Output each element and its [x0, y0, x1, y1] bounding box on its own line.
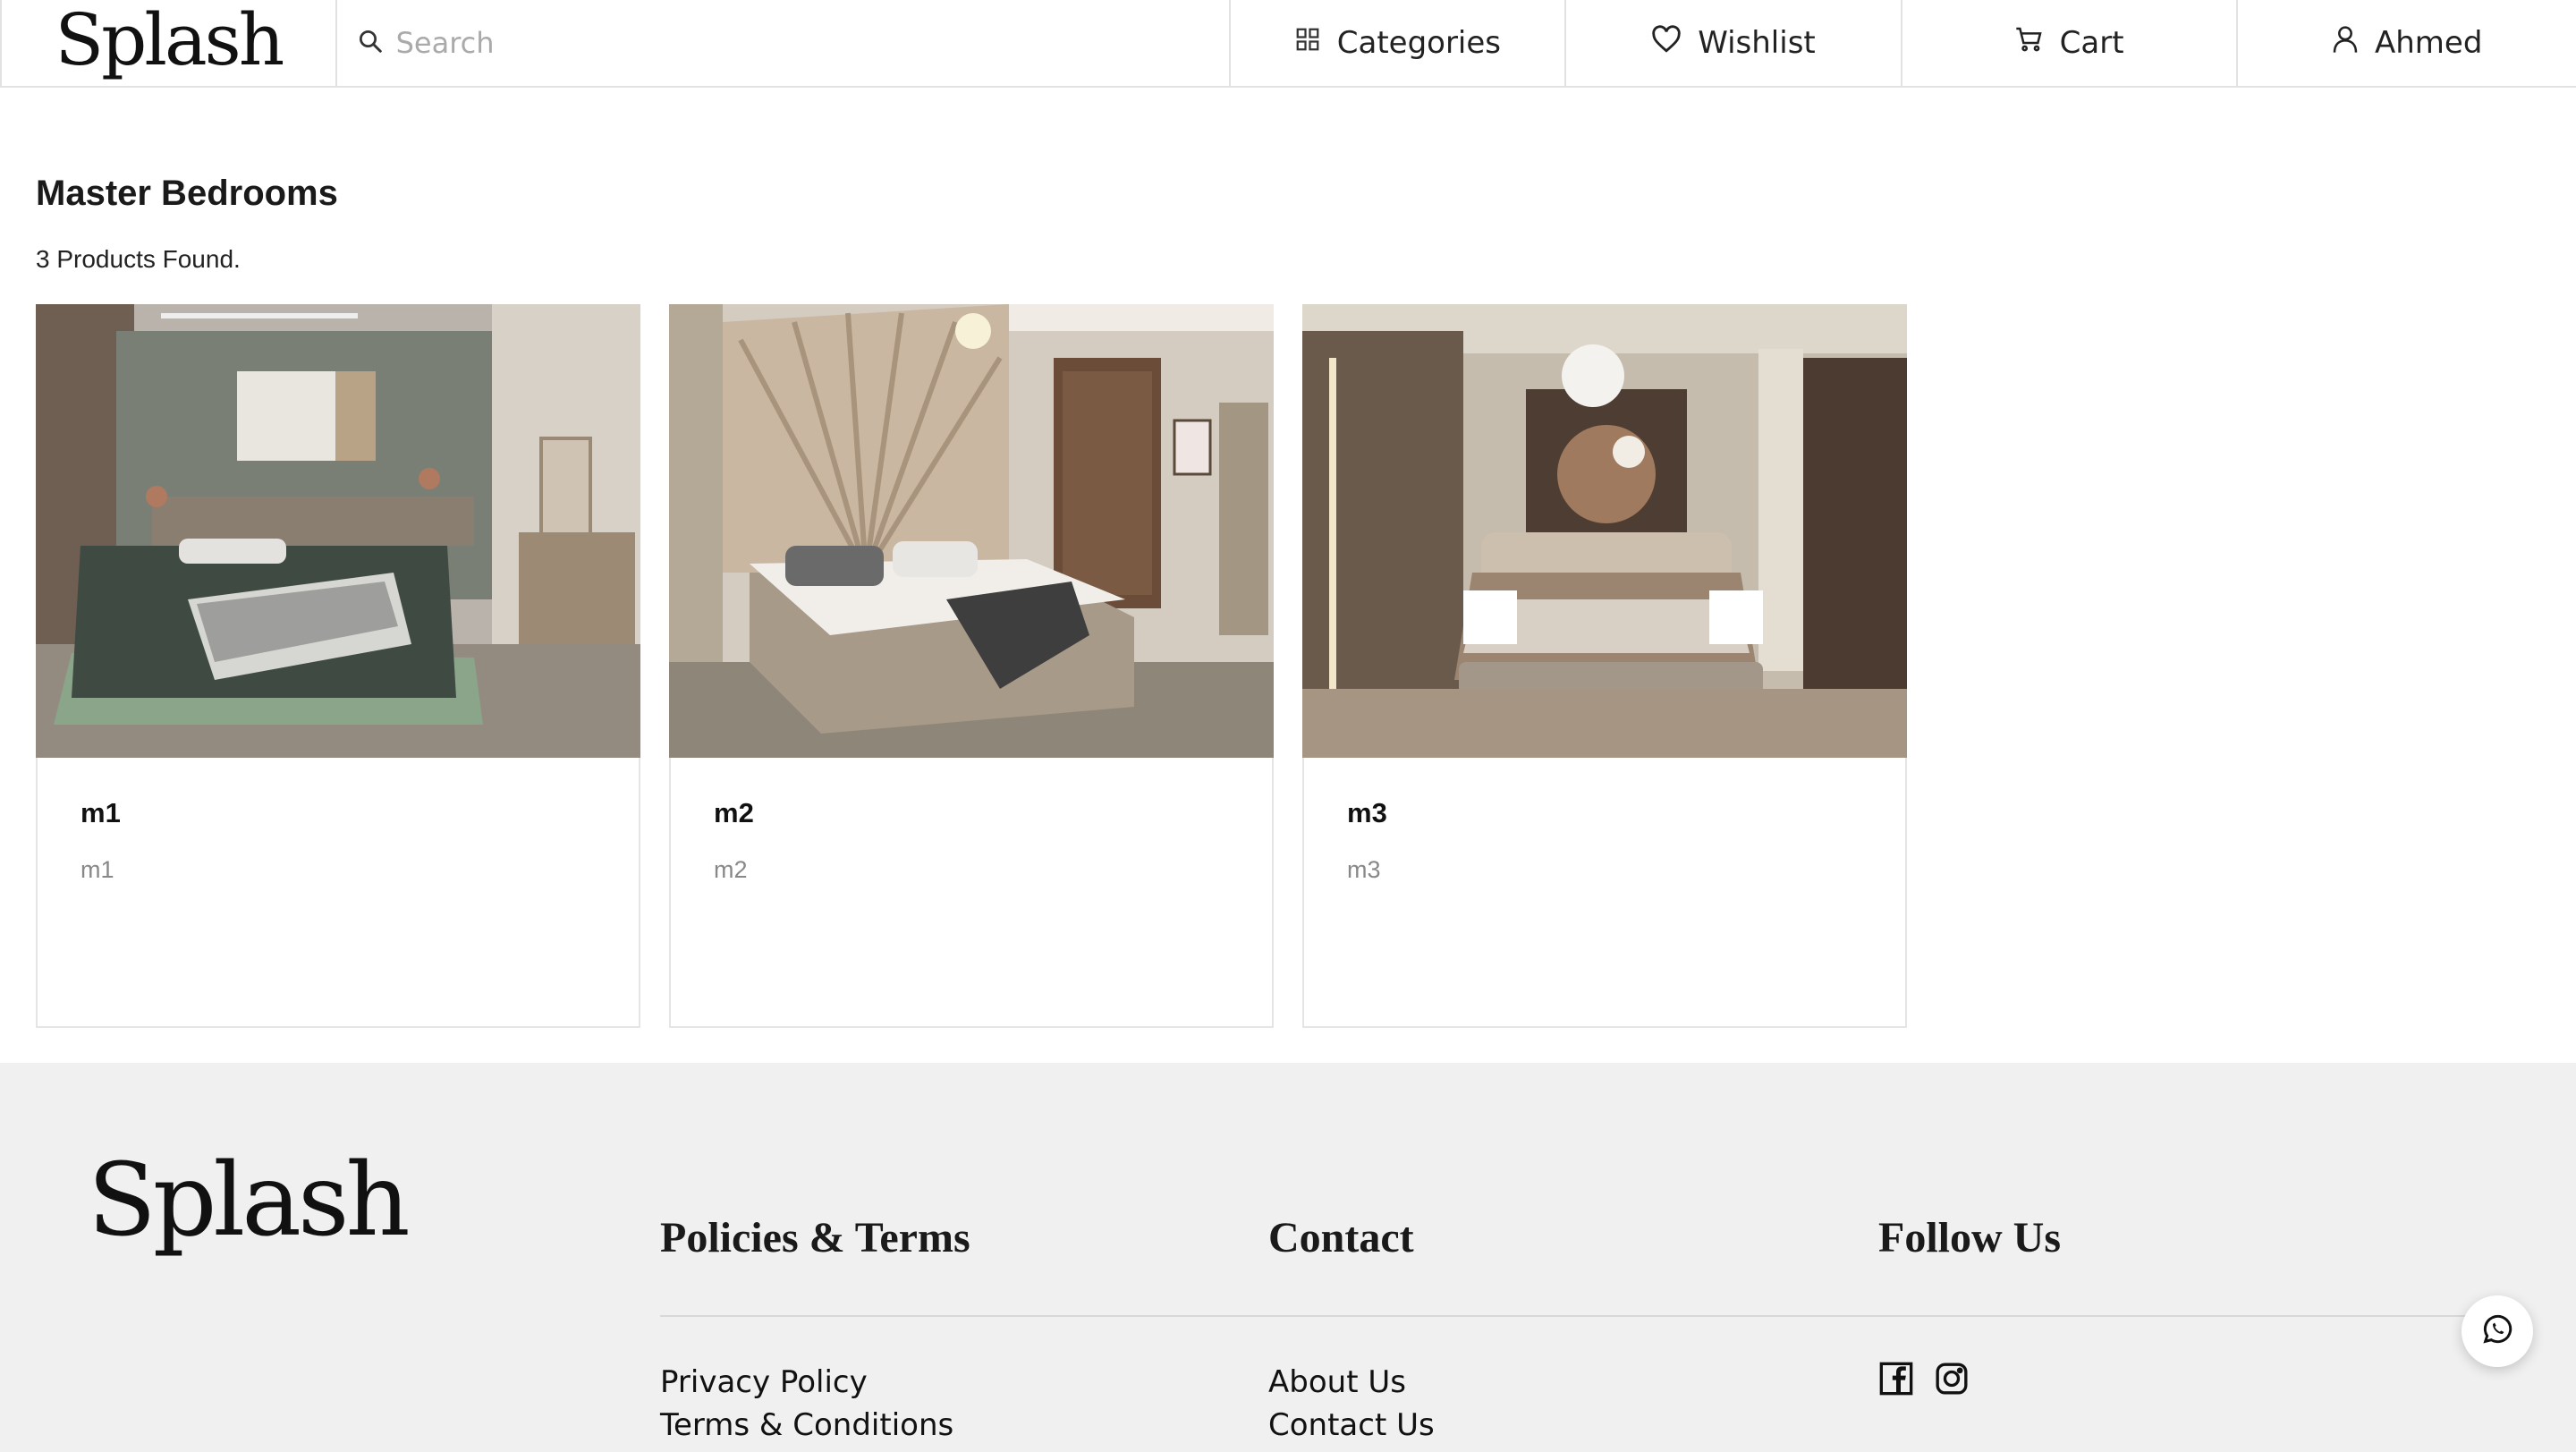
product-card[interactable]: m3 m3 — [1302, 304, 1907, 1028]
page-title: Master Bedrooms — [36, 174, 338, 213]
terms-link[interactable]: Terms & Conditions — [660, 1407, 953, 1443]
site-footer: Splash Policies & Terms Contact Follow U… — [0, 1063, 2576, 1452]
heart-icon — [1651, 24, 1682, 62]
product-title[interactable]: m3 — [1347, 797, 1862, 829]
search-icon — [357, 28, 384, 58]
nav-wishlist-label: Wishlist — [1698, 25, 1816, 61]
nav-account[interactable]: Ahmed — [2238, 0, 2576, 86]
facebook-icon[interactable] — [1878, 1361, 1914, 1400]
cart-icon — [2015, 25, 2044, 61]
product-info: m1 m1 — [38, 758, 639, 923]
follow-heading: Follow Us — [1878, 1214, 2061, 1261]
whatsapp-button[interactable] — [2462, 1295, 2533, 1367]
product-info: m3 m3 — [1304, 758, 1905, 923]
footer-divider — [660, 1315, 2513, 1317]
nav-categories[interactable]: Categories — [1231, 0, 1567, 86]
nav-cart[interactable]: Cart — [1902, 0, 2239, 86]
product-info: m2 m2 — [671, 758, 1272, 923]
site-logo: Splash — [55, 0, 284, 81]
policies-heading: Policies & Terms — [660, 1214, 970, 1261]
nav-cart-label: Cart — [2059, 25, 2124, 61]
results-count: 3 Products Found. — [36, 245, 241, 273]
search-input[interactable] — [394, 25, 1199, 61]
product-image[interactable] — [36, 304, 640, 758]
product-subtitle: m2 — [714, 856, 748, 883]
footer-logo[interactable]: Splash — [88, 1151, 411, 1251]
product-card[interactable]: m2 m2 — [669, 304, 1274, 1028]
product-image[interactable] — [1302, 304, 1907, 758]
product-card[interactable]: m1 m1 — [36, 304, 640, 1028]
product-subtitle: m3 — [1347, 856, 1381, 883]
nav-account-label: Ahmed — [2374, 25, 2483, 61]
social-links — [1878, 1361, 1970, 1400]
top-navbar: Splash Categories Wishlist Cart Ahmed — [0, 0, 2576, 88]
product-title[interactable]: m1 — [80, 797, 596, 829]
about-us-link[interactable]: About Us — [1268, 1364, 1406, 1400]
nav-wishlist[interactable]: Wishlist — [1566, 0, 1902, 86]
nav-categories-label: Categories — [1336, 25, 1502, 61]
product-title[interactable]: m2 — [714, 797, 1229, 829]
user-icon — [2332, 25, 2359, 62]
whatsapp-icon — [2479, 1312, 2515, 1351]
contact-us-link[interactable]: Contact Us — [1268, 1407, 1435, 1443]
privacy-policy-link[interactable]: Privacy Policy — [660, 1364, 868, 1400]
product-subtitle: m1 — [80, 856, 114, 883]
instagram-icon[interactable] — [1934, 1361, 1970, 1400]
contact-heading: Contact — [1268, 1214, 1414, 1261]
product-grid: m1 m1 m2 m2 m3 m3 — [36, 304, 1907, 1028]
grid-icon — [1294, 25, 1321, 61]
search-bar[interactable] — [337, 0, 1231, 86]
logo-link[interactable]: Splash — [0, 0, 337, 86]
product-image[interactable] — [669, 304, 1274, 758]
